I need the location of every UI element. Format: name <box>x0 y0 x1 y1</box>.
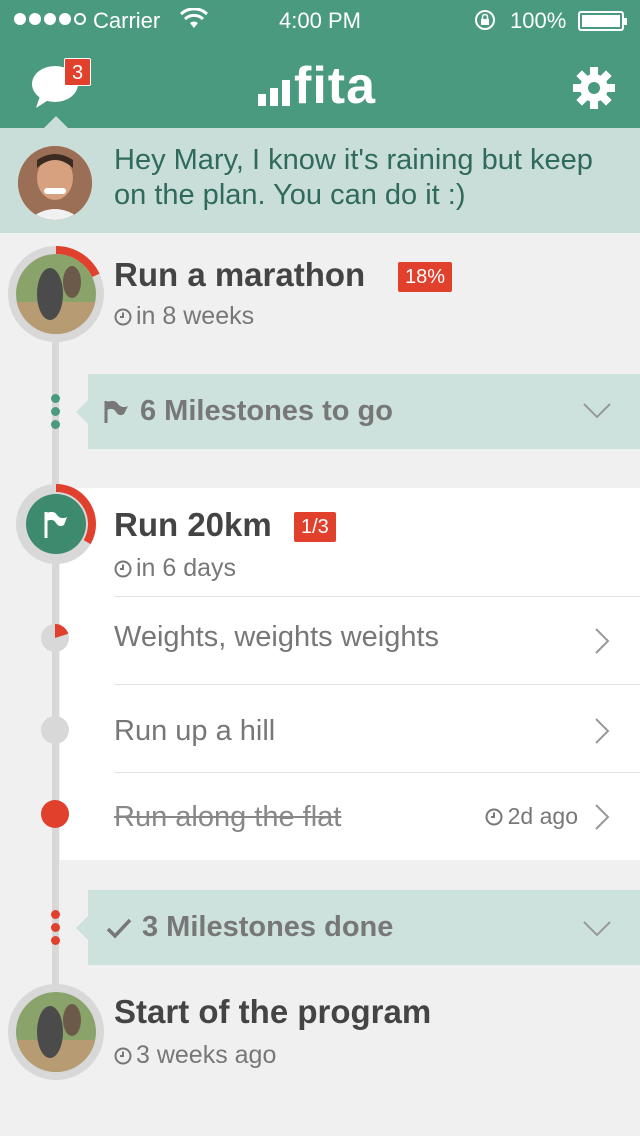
task-row[interactable]: Run along the flat 2d ago <box>114 772 640 860</box>
flag-icon <box>44 511 67 538</box>
clock-icon <box>485 808 503 825</box>
clock-icon <box>114 1047 132 1064</box>
milestone-due: in 6 days <box>114 554 236 583</box>
logo-bars-icon <box>258 80 290 106</box>
task-row[interactable]: Weights, weights weights <box>114 596 640 684</box>
coach-avatar <box>18 146 92 220</box>
milestone-flag-badge <box>26 494 86 554</box>
flag-icon <box>104 400 128 423</box>
goal-progress-badge: 18% <box>398 262 453 292</box>
app-logo: fita <box>258 58 376 112</box>
app-header: Carrier 4:00 PM 100% 3 fita <box>0 0 640 128</box>
checkmark-icon <box>106 918 132 939</box>
goal-title: Run a marathon <box>114 256 366 293</box>
rotation-lock-icon <box>475 10 495 30</box>
chevron-down-icon[interactable] <box>582 402 612 420</box>
task-row[interactable]: Run up a hill <box>114 684 640 772</box>
chevron-down-icon[interactable] <box>582 920 612 938</box>
start-when: 3 weeks ago <box>114 1041 276 1070</box>
status-bar: Carrier 4:00 PM 100% <box>0 0 640 40</box>
milestones-to-go-dots <box>50 394 60 429</box>
clock-icon <box>114 308 132 325</box>
clock-icon <box>114 560 132 577</box>
battery-icon <box>578 11 627 31</box>
task-status-pending <box>41 716 69 744</box>
timeline-line <box>52 330 59 990</box>
chevron-right-icon <box>595 804 610 830</box>
goal-due: in 8 weeks <box>114 302 254 331</box>
start-title: Start of the program <box>114 993 432 1030</box>
milestone-progress-badge: 1/3 <box>294 512 336 542</box>
milestones-done-label: 3 Milestones done <box>106 911 393 944</box>
battery-percent: 100% <box>510 8 567 33</box>
task-progress-pie <box>55 624 69 638</box>
task-status-done <box>41 800 69 828</box>
message-caret <box>44 116 68 128</box>
notification-badge: 3 <box>64 58 91 86</box>
milestones-done-dots <box>50 910 60 945</box>
task-completed-time: 2d ago <box>507 803 578 829</box>
start-photo <box>16 992 96 1072</box>
milestone-title: Run 20km <box>114 506 272 543</box>
goal-photo <box>16 254 96 334</box>
milestones-to-go-label: 6 Milestones to go <box>102 395 393 428</box>
coach-message-text: Hey Mary, I know it's raining but keep o… <box>114 144 593 211</box>
gear-icon[interactable] <box>572 66 616 110</box>
chevron-right-icon <box>595 628 610 654</box>
chevron-right-icon <box>595 718 610 744</box>
